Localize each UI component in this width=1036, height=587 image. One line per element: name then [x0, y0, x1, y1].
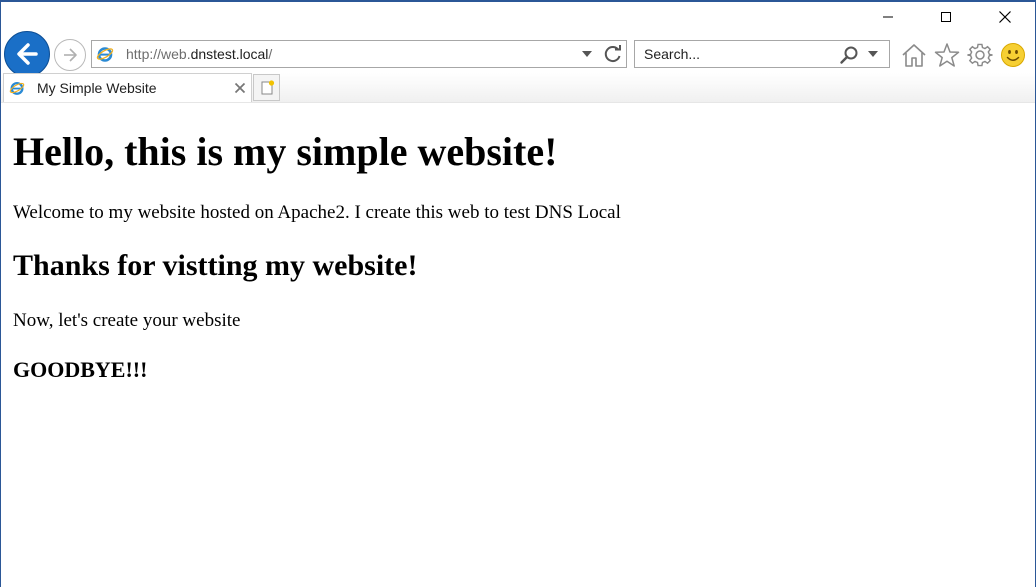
browser-window: http://web.dnstest.local/ Search... My S… [0, 0, 1036, 587]
minimize-icon [883, 16, 893, 18]
settings-button[interactable] [966, 41, 994, 69]
cta-paragraph: Now, let's create your website [13, 310, 241, 331]
address-url[interactable]: http://web.dnstest.local/ [126, 46, 272, 62]
search-dropdown-arrow-icon[interactable] [868, 51, 878, 57]
welcome-paragraph: Welcome to my website hosted on Apache2.… [13, 202, 621, 223]
page-subheading: Thanks for vistting my website! [13, 249, 418, 282]
favorites-button[interactable] [933, 41, 961, 69]
search-icon[interactable] [839, 45, 859, 65]
page-content: Hello, this is my simple website! Welcom… [1, 103, 1035, 587]
ie-logo-icon [9, 81, 25, 95]
goodbye-heading: GOODBYE!!! [13, 357, 148, 382]
refresh-icon[interactable] [602, 44, 624, 64]
tab-my-simple-website[interactable]: My Simple Website [3, 73, 252, 102]
maximize-button[interactable] [917, 2, 975, 32]
tab-title: My Simple Website [37, 80, 157, 96]
search-input[interactable]: Search... [634, 40, 890, 68]
back-arrow-icon [17, 43, 38, 65]
search-placeholder: Search... [644, 46, 701, 62]
ie-logo-icon [96, 47, 114, 62]
forward-arrow-icon [64, 48, 77, 62]
dropdown-arrow-icon[interactable] [582, 51, 592, 57]
feedback-smiley-icon [1001, 43, 1025, 67]
tab-strip: My Simple Website [1, 73, 1035, 103]
close-icon [999, 11, 1011, 23]
maximize-icon [941, 12, 951, 22]
feedback-button[interactable] [999, 41, 1027, 69]
close-window-button[interactable] [976, 2, 1034, 32]
home-icon [902, 44, 926, 67]
close-tab-icon[interactable] [233, 81, 247, 95]
home-button[interactable] [900, 41, 928, 69]
new-tab-icon [261, 79, 274, 94]
settings-gear-icon [967, 43, 993, 67]
forward-button[interactable] [54, 39, 86, 71]
favorites-star-icon [934, 43, 960, 67]
back-button[interactable] [4, 31, 50, 77]
new-tab-button[interactable] [253, 74, 280, 101]
page-heading: Hello, this is my simple website! [13, 129, 558, 174]
minimize-button[interactable] [859, 2, 917, 32]
address-bar[interactable]: http://web.dnstest.local/ [91, 40, 627, 68]
